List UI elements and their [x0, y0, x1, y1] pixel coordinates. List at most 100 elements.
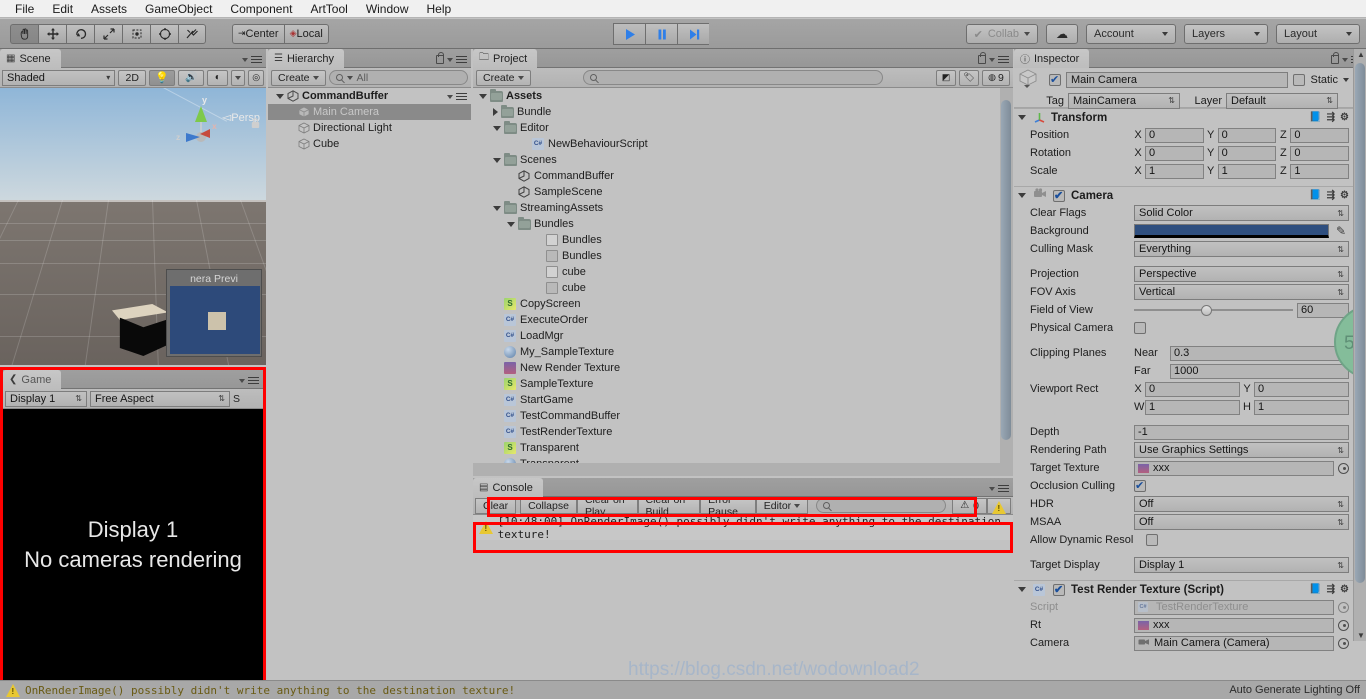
- preset-icon[interactable]: ⇶: [1327, 190, 1335, 201]
- console-info-filter[interactable]: ⚠ 0: [952, 497, 987, 514]
- object-picker-icon[interactable]: [1338, 462, 1349, 474]
- menu-item-assets[interactable]: Assets: [82, 0, 136, 18]
- triangle-down-icon[interactable]: [1018, 115, 1026, 120]
- cloud-button[interactable]: ☁: [1046, 24, 1078, 44]
- project-row[interactable]: CommandBuffer: [473, 168, 1013, 184]
- menu-item-component[interactable]: Component: [221, 0, 301, 18]
- console-message-row[interactable]: [10:48:00] OnRenderImage() possibly didn…: [473, 515, 1013, 541]
- hierarchy-scene-row[interactable]: CommandBuffer: [268, 88, 471, 104]
- filter-by-label-button[interactable]: 🏷: [959, 69, 979, 86]
- project-create-button[interactable]: Create: [476, 69, 531, 86]
- background-color-swatch[interactable]: [1134, 224, 1329, 238]
- pivot-mode-button[interactable]: ⇥ Center: [232, 23, 284, 44]
- scale-x-input[interactable]: 1: [1145, 163, 1204, 179]
- clear-flags-dropdown[interactable]: Solid Color ⇅: [1134, 205, 1349, 221]
- project-row[interactable]: New Render Texture: [473, 360, 1013, 376]
- hdr-dropdown[interactable]: Off ⇅: [1134, 496, 1349, 512]
- physical-camera-checkbox[interactable]: [1134, 322, 1146, 334]
- project-row[interactable]: Bundles: [473, 248, 1013, 264]
- scene-panel-menu[interactable]: [242, 56, 262, 64]
- project-row[interactable]: Bundles: [473, 232, 1013, 248]
- project-row[interactable]: Bundles: [473, 216, 1013, 232]
- hierarchy-scene-menu[interactable]: [447, 93, 467, 101]
- project-scrollbar[interactable]: [1000, 88, 1013, 475]
- triangle-down-icon[interactable]: [1018, 193, 1026, 198]
- preset-icon[interactable]: ⇶: [1327, 584, 1335, 595]
- project-row[interactable]: S SampleTexture: [473, 376, 1013, 392]
- viewport-w-input[interactable]: 1: [1145, 399, 1240, 415]
- depth-input[interactable]: -1: [1134, 424, 1349, 440]
- project-row[interactable]: C# LoadMgr: [473, 328, 1013, 344]
- viewport-y-input[interactable]: 0: [1254, 381, 1349, 397]
- hierarchy-item-directional-light[interactable]: Directional Light: [268, 120, 471, 136]
- tab-hierarchy[interactable]: ☰ Hierarchy: [268, 49, 345, 68]
- tab-inspector[interactable]: ⓘ Inspector: [1014, 49, 1090, 68]
- project-row[interactable]: C# TestRenderTexture: [473, 424, 1013, 440]
- hierarchy-item-cube[interactable]: Cube: [268, 136, 471, 152]
- script-component-header[interactable]: C# Test Render Texture (Script) 📘 ⇶ ⚙: [1014, 580, 1353, 598]
- field-of-view-slider[interactable]: [1134, 303, 1293, 317]
- project-row[interactable]: Assets: [473, 88, 1013, 104]
- slider-knob[interactable]: [1200, 304, 1212, 316]
- status-message[interactable]: OnRenderImage() possibly didn't write an…: [25, 684, 515, 697]
- project-row[interactable]: StreamingAssets: [473, 200, 1013, 216]
- triangle-down-icon[interactable]: [493, 205, 501, 211]
- console-clear-on-build-button[interactable]: Clear on Build: [637, 494, 701, 518]
- project-row[interactable]: cube: [473, 280, 1013, 296]
- position-x-input[interactable]: 0: [1145, 127, 1204, 143]
- toggle-2d-button[interactable]: 2D: [118, 69, 147, 86]
- project-row[interactable]: SampleScene: [473, 184, 1013, 200]
- tag-dropdown[interactable]: MainCamera ⇅: [1068, 92, 1180, 109]
- hierarchy-create-button[interactable]: Create: [271, 69, 326, 86]
- game-viewport[interactable]: Display 1 No cameras rendering: [3, 409, 263, 680]
- triangle-down-icon[interactable]: [493, 157, 501, 163]
- inspector-scrollbar-thumb[interactable]: [1355, 63, 1365, 583]
- object-picker-icon[interactable]: [1338, 619, 1349, 631]
- project-row[interactable]: S Transparent: [473, 440, 1013, 456]
- console-warning-filter[interactable]: [987, 497, 1011, 514]
- move-tool-button[interactable]: [38, 23, 66, 44]
- allow-dynamic-checkbox[interactable]: [1146, 534, 1158, 546]
- menu-item-file[interactable]: File: [6, 0, 43, 18]
- msaa-dropdown[interactable]: Off ⇅: [1134, 514, 1349, 530]
- project-row[interactable]: S CopyScreen: [473, 296, 1013, 312]
- account-dropdown[interactable]: Account: [1086, 24, 1176, 44]
- project-scrollbar-thumb[interactable]: [1001, 100, 1011, 440]
- help-icon[interactable]: 📘: [1309, 190, 1321, 201]
- pause-button[interactable]: [645, 23, 677, 45]
- project-row[interactable]: Scenes: [473, 152, 1013, 168]
- camera-objectfield[interactable]: Main Camera (Camera): [1134, 635, 1334, 651]
- project-row[interactable]: C# TestCommandBuffer: [473, 408, 1013, 424]
- camera-component-header[interactable]: Camera 📘 ⇶ ⚙: [1014, 186, 1353, 204]
- project-row[interactable]: C# StartGame: [473, 392, 1013, 408]
- lock-icon[interactable]: [1331, 52, 1339, 64]
- lock-icon[interactable]: [978, 52, 986, 64]
- menu-item-arttool[interactable]: ArtTool: [301, 0, 356, 18]
- triangle-down-icon[interactable]: [479, 93, 487, 99]
- scroll-down-arrow-icon[interactable]: ▼: [1357, 631, 1365, 640]
- field-of-view-input[interactable]: 60: [1297, 302, 1349, 318]
- hidden-assets-button[interactable]: ◍ 9: [982, 69, 1010, 86]
- step-button[interactable]: [677, 23, 709, 45]
- scene-cube-object[interactable]: [112, 304, 168, 356]
- occlusion-culling-checkbox[interactable]: [1134, 479, 1146, 492]
- position-z-input[interactable]: 0: [1290, 127, 1350, 143]
- menu-item-gameobject[interactable]: GameObject: [136, 0, 221, 18]
- project-row[interactable]: My_SampleTexture: [473, 344, 1013, 360]
- viewport-h-input[interactable]: 1: [1254, 399, 1349, 415]
- preset-icon[interactable]: ⇶: [1327, 112, 1335, 123]
- project-row[interactable]: C# ExecuteOrder: [473, 312, 1013, 328]
- gear-icon[interactable]: ⚙: [1340, 584, 1349, 595]
- triangle-right-icon[interactable]: [493, 108, 498, 116]
- console-panel-menu[interactable]: [989, 485, 1009, 493]
- gear-icon[interactable]: ⚙: [1340, 112, 1349, 123]
- project-search-input[interactable]: [583, 70, 884, 85]
- camera-enabled-checkbox[interactable]: [1053, 189, 1065, 202]
- project-asset-tree[interactable]: Assets Bundle Editor C# NewBehaviourScript Sc…: [473, 88, 1013, 475]
- hierarchy-panel-menu[interactable]: [436, 52, 467, 64]
- rt-objectfield[interactable]: xxx: [1134, 617, 1334, 633]
- transform-component-header[interactable]: Transform 📘 ⇶ ⚙: [1014, 108, 1353, 126]
- menu-item-window[interactable]: Window: [357, 0, 418, 18]
- inspector-scrollbar[interactable]: ▲ ▼: [1353, 49, 1366, 641]
- layer-dropdown[interactable]: Default ⇅: [1226, 92, 1338, 109]
